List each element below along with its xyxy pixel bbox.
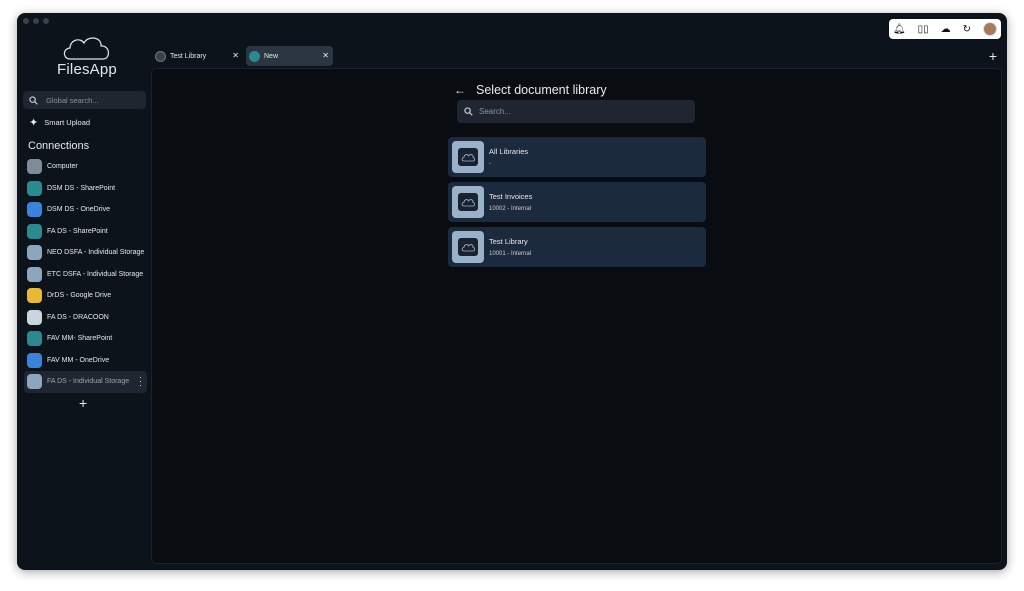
tab-new[interactable]: New ✕ xyxy=(246,46,333,66)
top-toolbar: 🔔︎ ▯▯ ☁ ↻ xyxy=(888,19,1001,39)
connection-label: NEO DSFA - Individual Storage xyxy=(47,249,145,257)
library-item[interactable]: Test Invoices 10002 - Internal xyxy=(448,182,706,222)
sharepoint-icon xyxy=(249,50,260,62)
new-tab-button[interactable]: + xyxy=(989,48,997,64)
connection-label: FA DS - DRACOON xyxy=(47,313,109,321)
library-subtitle: - xyxy=(489,161,491,167)
tab-label: Test Library xyxy=(170,52,207,60)
storage-icon xyxy=(27,374,42,390)
library-cloud-icon xyxy=(452,141,484,173)
search-icon xyxy=(464,107,473,116)
library-item[interactable]: All Libraries - xyxy=(448,137,706,177)
cloud-icon[interactable]: ☁ xyxy=(941,24,951,35)
smart-upload-label: Smart Upload xyxy=(44,118,91,127)
connection-label: FAV MM - OneDrive xyxy=(47,356,110,364)
sharepoint-icon xyxy=(27,223,42,239)
main-panel: ← Select document library Search... All … xyxy=(151,68,1002,564)
connection-item[interactable]: NEO DSFA - Individual Storage xyxy=(24,242,147,264)
connection-item[interactable]: DSM DS - OneDrive xyxy=(24,199,147,221)
tab-label: New xyxy=(264,52,279,60)
search-icon xyxy=(29,95,38,105)
app-window: FilesApp Global search... ✦ Smart Upload… xyxy=(17,13,1007,570)
connections-heading: Connections xyxy=(28,140,90,152)
panel-header: ← Select document library xyxy=(454,83,607,97)
tab-test-library[interactable]: Test Library ✕ xyxy=(152,46,243,66)
library-subtitle: 10002 - Internal xyxy=(489,206,532,212)
library-cloud-icon xyxy=(452,186,484,218)
app-logo: FilesApp xyxy=(47,33,127,85)
connection-label: ETC DSFA - Individual Storage xyxy=(47,270,144,278)
connection-item[interactable]: FA DS - Individual Storage · · · xyxy=(24,371,147,393)
more-options-icon[interactable]: · · · xyxy=(139,373,142,390)
cloud-logo-icon xyxy=(63,37,109,60)
computer-icon xyxy=(27,159,42,175)
app-name: FilesApp xyxy=(57,61,117,78)
connection-label: Computer xyxy=(47,163,78,171)
global-search-placeholder: Global search... xyxy=(46,95,99,105)
connection-item[interactable]: DrDS - Google Drive xyxy=(24,285,147,307)
library-text: Test Invoices 10002 - Internal xyxy=(489,192,532,212)
avatar[interactable] xyxy=(983,22,997,36)
library-name: All Libraries xyxy=(489,147,529,156)
library-text: All Libraries - xyxy=(489,147,528,167)
add-connection-button[interactable]: + xyxy=(79,395,87,411)
connections-list: Computer DSM DS - SharePoint DSM DS - OneD… xyxy=(24,156,147,393)
onedrive-icon xyxy=(27,352,42,368)
connection-label: DSM DS - SharePoint xyxy=(47,184,116,192)
connection-item[interactable]: DSM DS - SharePoint xyxy=(24,178,147,200)
sparkle-icon: ✦ xyxy=(29,117,39,129)
refresh-icon[interactable]: ↻ xyxy=(963,24,971,35)
connection-item[interactable]: FAV MM - OneDrive xyxy=(24,350,147,372)
columns-icon[interactable]: ▯▯ xyxy=(918,24,929,35)
connection-label: DSM DS - OneDrive xyxy=(47,206,111,214)
library-item[interactable]: Test Library 10001 - Internal xyxy=(448,227,706,267)
close-tab-icon[interactable]: ✕ xyxy=(322,51,329,60)
connection-label: FA DS - SharePoint xyxy=(47,227,108,235)
library-text: Test Library 10001 - Internal xyxy=(489,237,531,257)
tab-bar: Test Library ✕ New ✕ xyxy=(152,46,333,66)
sharepoint-icon xyxy=(27,331,42,347)
close-tab-icon[interactable]: ✕ xyxy=(232,51,239,60)
connection-label: DrDS - Google Drive xyxy=(47,292,112,300)
library-search-input[interactable]: Search... xyxy=(457,100,695,123)
connection-item[interactable]: ETC DSFA - Individual Storage xyxy=(24,264,147,286)
library-name: Test Invoices xyxy=(489,192,533,201)
page-title: Select document library xyxy=(476,83,607,97)
onedrive-icon xyxy=(27,202,42,218)
bell-icon[interactable]: 🔔︎ xyxy=(893,24,906,35)
sidebar: FilesApp Global search... ✦ Smart Upload… xyxy=(17,13,151,570)
connection-item[interactable]: FA DS - DRACOON xyxy=(24,307,147,329)
connection-label: FAV MM- SharePoint xyxy=(47,335,113,343)
connection-label: FA DS - Individual Storage xyxy=(47,378,130,386)
google-drive-icon xyxy=(27,288,42,304)
connection-item[interactable]: Computer xyxy=(24,156,147,178)
library-cloud-icon xyxy=(452,231,484,263)
connection-item[interactable]: FA DS - SharePoint xyxy=(24,221,147,243)
dracoon-icon xyxy=(27,309,42,325)
library-name: Test Library xyxy=(489,237,528,246)
storage-icon xyxy=(27,245,42,261)
library-icon xyxy=(155,50,166,62)
library-subtitle: 10001 - Internal xyxy=(489,251,532,257)
sharepoint-icon xyxy=(27,180,42,196)
storage-icon xyxy=(27,266,42,282)
global-search-input[interactable]: Global search... xyxy=(23,91,146,109)
connection-item[interactable]: FAV MM- SharePoint xyxy=(24,328,147,350)
library-list: All Libraries - Test Invoices 10002 - Inter… xyxy=(448,137,706,272)
library-search-placeholder: Search... xyxy=(479,107,512,116)
back-arrow-icon[interactable]: ← xyxy=(454,83,466,97)
smart-upload-button[interactable]: ✦ Smart Upload xyxy=(29,116,90,129)
